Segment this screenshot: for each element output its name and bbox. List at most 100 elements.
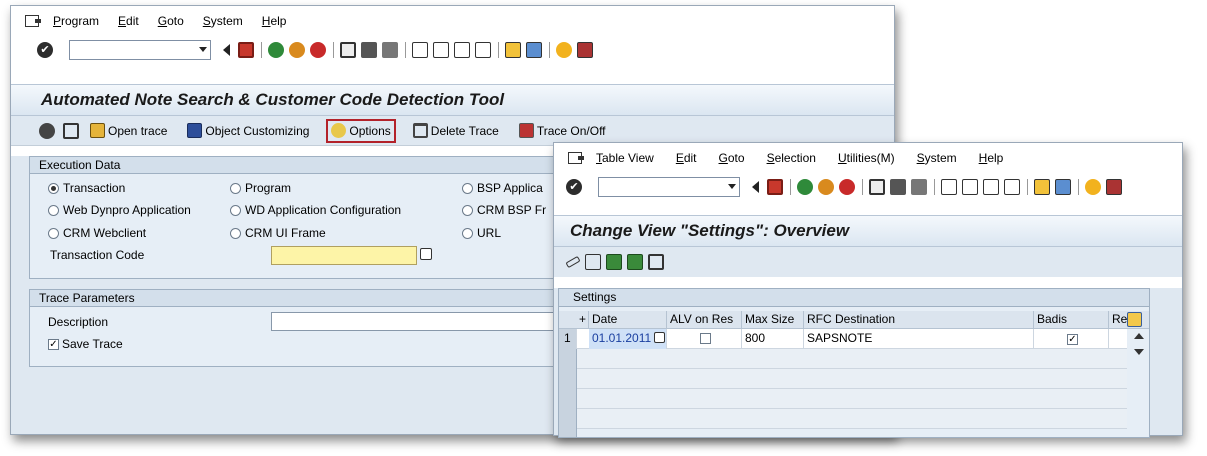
value-help-icon[interactable] [654, 332, 665, 343]
column-badis[interactable]: Badis [1034, 311, 1109, 329]
find-next-icon[interactable] [382, 42, 398, 58]
radio-empty[interactable] [48, 204, 59, 216]
checkbox-unchecked[interactable] [700, 333, 711, 344]
table-row-empty[interactable] [577, 389, 1127, 409]
last-page-icon[interactable] [1004, 179, 1020, 195]
menu-selection[interactable]: Selection [767, 151, 816, 165]
table-row[interactable]: 1 01.01.2011 800 SAPSNOTE ✓ [559, 329, 1127, 349]
save-trace-checkbox[interactable]: ✓ Save Trace [48, 337, 123, 351]
print-icon[interactable] [869, 179, 885, 195]
cancel-icon[interactable] [839, 179, 855, 195]
column-config-icon[interactable] [1127, 312, 1142, 327]
new-session-icon[interactable] [1034, 179, 1050, 195]
object-customizing-button[interactable]: Object Customizing [184, 119, 312, 143]
column-date[interactable]: Date [589, 311, 667, 329]
next-page-icon[interactable] [983, 179, 999, 195]
back-arrow-icon[interactable] [223, 44, 230, 56]
menu-help[interactable]: Help [979, 151, 1004, 165]
help-icon[interactable] [556, 42, 572, 58]
badis-cell[interactable]: ✓ [1034, 329, 1109, 349]
transaction-code-input[interactable] [271, 246, 417, 265]
open-trace-button[interactable]: Open trace [87, 119, 170, 143]
radio-empty[interactable] [462, 227, 473, 239]
table-row-empty[interactable] [577, 409, 1127, 429]
chevron-down-icon[interactable] [199, 47, 207, 52]
exit-icon[interactable] [289, 42, 305, 58]
scroll-up-icon[interactable] [1134, 333, 1144, 339]
menu-edit[interactable]: Edit [118, 14, 139, 28]
back-icon[interactable] [268, 42, 284, 58]
copy-as-icon[interactable] [606, 254, 622, 270]
menu-help[interactable]: Help [262, 14, 287, 28]
table-row-empty[interactable] [577, 369, 1127, 389]
previous-page-icon[interactable] [962, 179, 978, 195]
last-page-icon[interactable] [475, 42, 491, 58]
checkbox-checked[interactable]: ✓ [1067, 334, 1078, 345]
back-icon[interactable] [797, 179, 813, 195]
layout-icon[interactable] [1106, 179, 1122, 195]
radio-program[interactable]: Program [230, 181, 291, 195]
find-icon[interactable] [361, 42, 377, 58]
command-field[interactable] [69, 40, 211, 60]
print-icon[interactable] [340, 42, 356, 58]
radio-empty[interactable] [230, 227, 241, 239]
menu-table-view[interactable]: Table View [596, 151, 654, 165]
previous-page-icon[interactable] [433, 42, 449, 58]
column-rfc-destination[interactable]: RFC Destination [804, 311, 1034, 329]
next-page-icon[interactable] [454, 42, 470, 58]
shortcut-icon[interactable] [1055, 179, 1071, 195]
radio-crm-webclient[interactable]: CRM Webclient [48, 226, 146, 240]
first-page-icon[interactable] [941, 179, 957, 195]
radio-selected[interactable] [48, 182, 59, 194]
cancel-icon[interactable] [310, 42, 326, 58]
radio-crm-ui-frame[interactable]: CRM UI Frame [230, 226, 326, 240]
vertical-scrollbar[interactable] [1129, 329, 1149, 437]
back-arrow-icon[interactable] [752, 181, 759, 193]
menu-exit-icon[interactable] [568, 152, 584, 164]
delete-trace-button[interactable]: Delete Trace [410, 119, 502, 143]
copy-icon[interactable] [63, 122, 79, 139]
scroll-down-icon[interactable] [1134, 349, 1144, 355]
column-alv-on-res[interactable]: ALV on Res [667, 311, 742, 329]
exit-icon[interactable] [818, 179, 834, 195]
column-select-all[interactable]: + [559, 311, 589, 329]
radio-url[interactable]: URL [462, 226, 501, 240]
find-next-icon[interactable] [911, 179, 927, 195]
enter-check-icon[interactable]: ✔ [566, 179, 582, 195]
value-help-icon[interactable] [420, 248, 432, 260]
checkbox-checked[interactable]: ✓ [48, 338, 59, 350]
find-icon[interactable] [890, 179, 906, 195]
options-button[interactable]: Options [326, 118, 396, 143]
chevron-down-icon[interactable] [728, 184, 736, 189]
radio-wd-app-config[interactable]: WD Application Configuration [230, 203, 401, 217]
enter-check-icon[interactable]: ✔ [37, 42, 53, 58]
radio-empty[interactable] [462, 182, 473, 194]
radio-empty[interactable] [230, 182, 241, 194]
menu-program[interactable]: Program [53, 14, 99, 28]
new-entries-icon[interactable] [585, 254, 601, 270]
command-field[interactable] [598, 177, 740, 197]
table-row-empty[interactable] [577, 349, 1127, 369]
layout-icon[interactable] [577, 42, 593, 58]
execute-icon[interactable] [39, 122, 55, 139]
save-icon[interactable] [238, 42, 254, 58]
menu-system[interactable]: System [203, 14, 243, 28]
radio-crm-bsp[interactable]: CRM BSP Fr [462, 203, 546, 217]
menu-exit-icon[interactable] [25, 15, 41, 27]
max-size-cell[interactable]: 800 [742, 329, 804, 349]
menu-goto[interactable]: Goto [158, 14, 184, 28]
menu-goto[interactable]: Goto [719, 151, 745, 165]
menu-system[interactable]: System [917, 151, 957, 165]
rfc-destination-cell[interactable]: SAPSNOTE [804, 329, 1034, 349]
menu-edit[interactable]: Edit [676, 151, 697, 165]
radio-empty[interactable] [462, 204, 473, 216]
radio-web-dynpro[interactable]: Web Dynpro Application [48, 203, 191, 217]
alv-on-res-cell[interactable] [667, 329, 742, 349]
menu-utilities[interactable]: Utilities(M) [838, 151, 895, 165]
trace-onoff-button[interactable]: Trace On/Off [516, 119, 609, 143]
shortcut-icon[interactable] [526, 42, 542, 58]
edit-pencil-icon[interactable] [565, 255, 581, 269]
help-icon[interactable] [1085, 179, 1101, 195]
new-session-icon[interactable] [505, 42, 521, 58]
save-icon[interactable] [767, 179, 783, 195]
